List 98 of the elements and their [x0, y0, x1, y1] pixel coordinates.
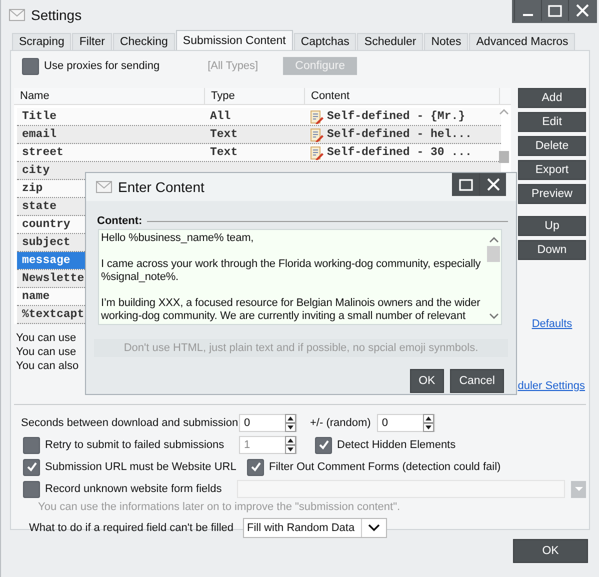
- caret-down-icon[interactable]: [488, 312, 498, 320]
- document-pencil-icon: [310, 110, 324, 124]
- table-cell-text: %textcapt: [22, 307, 84, 323]
- document-pencil-icon: [310, 146, 324, 160]
- maximize-icon: [548, 4, 562, 16]
- checkbox-label: Record unknown website form fields: [45, 483, 222, 495]
- checkbox-label: Detect Hidden Elements: [337, 439, 456, 451]
- side-button[interactable]: Delete: [518, 136, 586, 156]
- chevron-down-icon: [368, 524, 380, 532]
- scroll-thumb[interactable]: [487, 246, 500, 262]
- table-cell-text: state: [22, 199, 57, 215]
- content-field[interactable]: Hello %business_name% team, I came across your work through the Florida working-dog community, especially %signal_note%. I’m building XXX, a focused resource for Belgian Malinois owners and the wider working-dog community. We are currently inviting a small number of relevant: [98, 229, 502, 325]
- envelope-icon: [96, 181, 112, 193]
- info-text: You can use: [16, 331, 76, 345]
- side-button[interactable]: Export: [518, 160, 586, 180]
- table-row[interactable]: Title All Self-defined - {Mr.}: [17, 108, 501, 126]
- checkmark-icon: [24, 460, 38, 474]
- tab[interactable]: Advanced Macros: [469, 33, 576, 50]
- table-cell-text: subject: [22, 235, 70, 251]
- spin-arrows-icon[interactable]: [285, 436, 296, 454]
- number-spinner[interactable]: 0: [376, 414, 435, 432]
- table-cell-text: Self-defined - 30 ...: [327, 145, 472, 161]
- tab[interactable]: Scraping: [12, 33, 72, 50]
- field-label: +/- (random): [310, 417, 371, 429]
- info-text: You can use: [16, 345, 76, 359]
- window-title: Settings: [31, 7, 82, 23]
- table-cell-text: Newslette: [22, 271, 84, 287]
- maximize-icon: [459, 178, 473, 190]
- tab[interactable]: Notes: [424, 33, 468, 50]
- hint-text: You can use the informations later on to improve the "submission content".: [37, 500, 402, 515]
- checkbox[interactable]: [23, 480, 40, 498]
- close-icon: [486, 178, 500, 191]
- side-button[interactable]: Add: [518, 88, 586, 108]
- ok-button[interactable]: OK: [513, 539, 588, 563]
- caret-up-icon[interactable]: [488, 236, 498, 244]
- column-header[interactable]: Content: [305, 88, 500, 104]
- table-cell-text: zip: [22, 181, 43, 197]
- table-cell-text: name: [22, 289, 50, 305]
- dropdown[interactable]: Fill with Random Data: [243, 518, 387, 538]
- table-cell-text: city: [22, 163, 50, 179]
- checkbox[interactable]: [22, 58, 39, 74]
- close-button[interactable]: [479, 173, 506, 196]
- checkbox[interactable]: [23, 436, 40, 454]
- close-icon: [576, 4, 588, 17]
- move-button[interactable]: Up: [518, 216, 586, 236]
- tab[interactable]: Checking: [112, 33, 175, 50]
- scroll-thumb[interactable]: [499, 151, 509, 163]
- table-cell-text: All: [209, 109, 232, 125]
- table-row[interactable]: email Text Self-defined - hel...: [17, 126, 501, 144]
- checkbox-label: Use proxies for sending: [44, 60, 160, 72]
- dialog-title: Enter Content: [118, 179, 204, 195]
- type-filter-label: [All Types]: [208, 60, 258, 72]
- table-cell-text: email: [22, 127, 57, 143]
- side-button[interactable]: Preview: [518, 184, 586, 204]
- column-header[interactable]: Type: [205, 88, 305, 104]
- caret-down-icon: [574, 486, 583, 492]
- dialog-button[interactable]: Cancel: [450, 369, 504, 393]
- side-button[interactable]: Edit: [518, 112, 586, 132]
- number-spinner[interactable]: 1: [239, 436, 297, 454]
- table-cell-text: Text: [209, 145, 239, 161]
- table-row[interactable]: street Text Self-defined - 30 ...: [17, 144, 501, 162]
- scrollbar[interactable]: [497, 108, 511, 163]
- move-button[interactable]: Down: [518, 240, 586, 260]
- tab[interactable]: Submission Content: [176, 30, 293, 50]
- table-cell-text: country: [22, 217, 70, 233]
- checkbox[interactable]: [247, 458, 264, 476]
- table-cell-text: Self-defined - {Mr.}: [327, 109, 466, 125]
- field-label: What to do if a required field can't be filled: [28, 522, 234, 534]
- column-header[interactable]: Name: [14, 88, 205, 104]
- checkmark-icon: [248, 460, 262, 474]
- tab[interactable]: Scheduler: [357, 33, 424, 50]
- group-label: Content:: [97, 215, 142, 227]
- checkbox[interactable]: [315, 436, 332, 454]
- table-cell-text: street: [22, 145, 64, 161]
- checkmark-icon: [316, 438, 330, 452]
- table-cell-text: Self-defined - hel...: [327, 127, 472, 143]
- table-cell-text: Text: [209, 127, 239, 143]
- table-cell-text: Title: [22, 109, 57, 125]
- hint-text: Don't use HTML, just plain text and if possible, no spcial emoji synmbols.: [94, 339, 508, 357]
- field-label: Seconds between download and submission: [21, 417, 239, 429]
- minimize-icon: [523, 14, 533, 16]
- envelope-icon: [9, 9, 25, 21]
- info-text: You can also: [16, 359, 79, 373]
- maximize-button[interactable]: [452, 173, 479, 196]
- table-cell-text: message: [22, 253, 70, 269]
- checkbox-label: Retry to submit to failed submissions: [45, 439, 224, 451]
- defaults-link[interactable]: Defaults: [532, 318, 572, 330]
- checkbox[interactable]: [23, 458, 40, 476]
- number-spinner[interactable]: 0: [239, 414, 297, 432]
- scheduler-settings-link[interactable]: duler Settings: [518, 380, 585, 392]
- dialog-button[interactable]: OK: [410, 369, 444, 393]
- document-pencil-icon: [310, 128, 324, 142]
- checkbox-label: Filter Out Comment Forms (detection could fail): [269, 461, 501, 473]
- checkbox-label: Submission URL must be Website URL: [45, 461, 236, 473]
- spin-arrows-icon[interactable]: [285, 414, 296, 432]
- tab[interactable]: Captchas: [294, 33, 356, 50]
- tab[interactable]: Filter: [72, 33, 112, 50]
- spin-arrows-icon[interactable]: [422, 414, 434, 432]
